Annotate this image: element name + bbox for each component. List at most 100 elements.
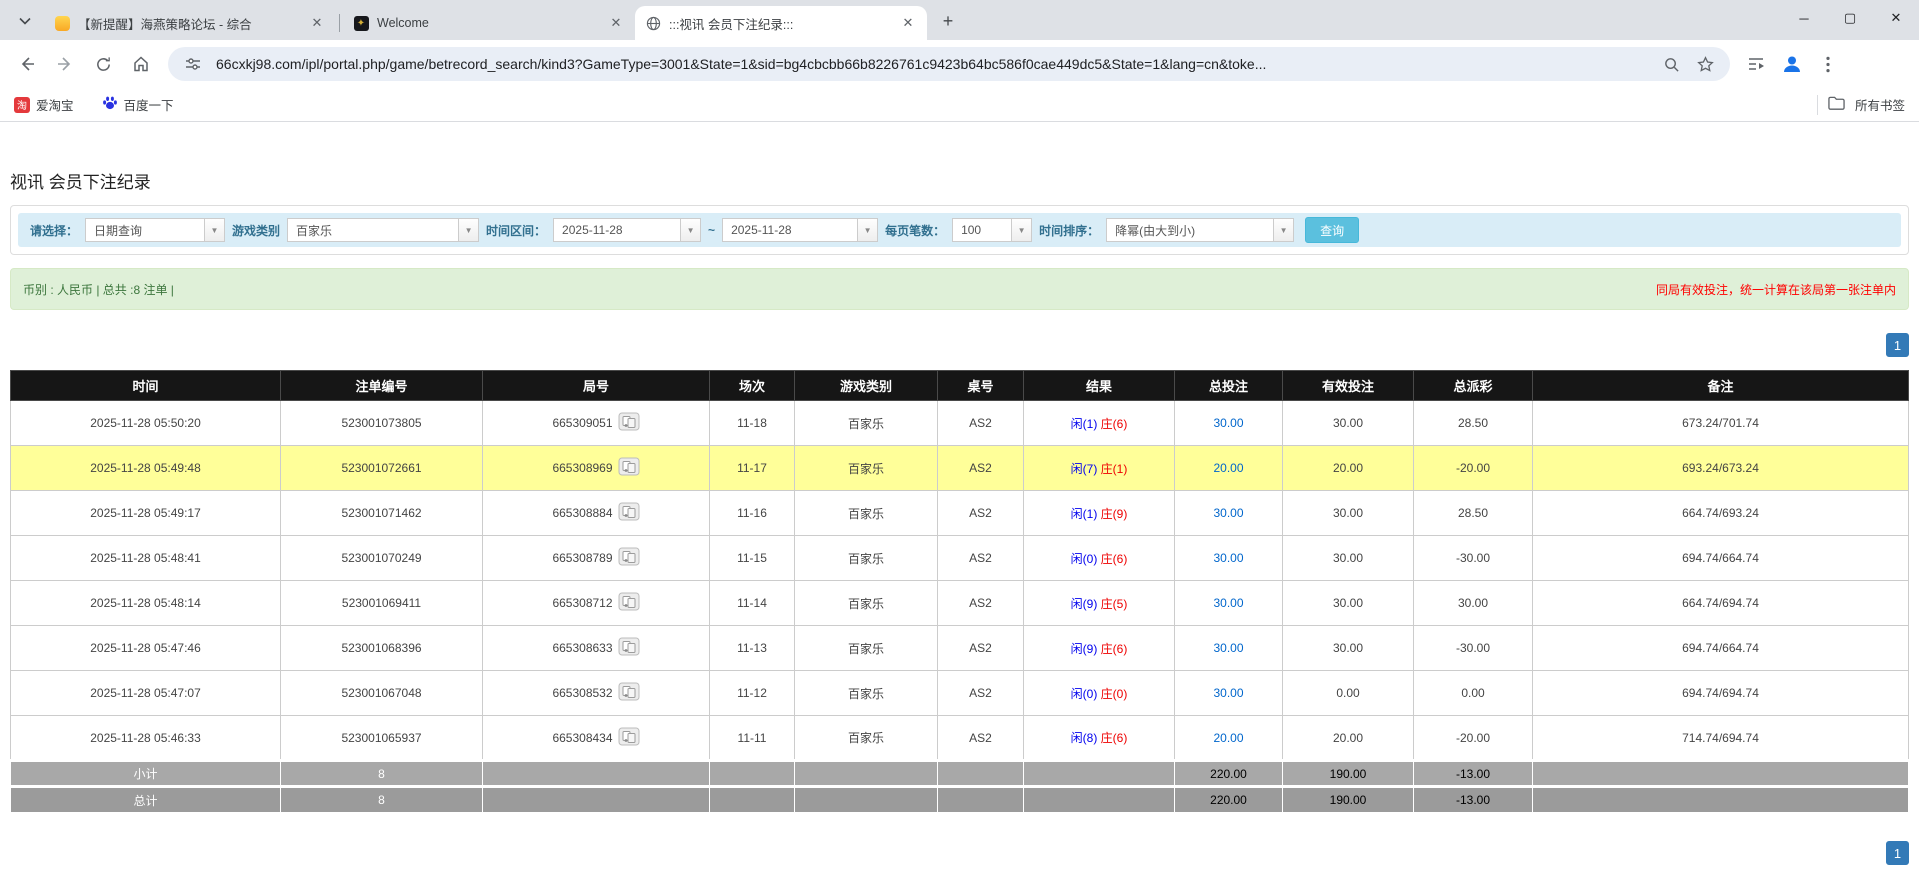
filter-panel: 请选择： 日期查询 ▼ 游戏类别 百家乐 ▼ 时间区间： 2025-11-28 ▼ ~… bbox=[10, 205, 1909, 255]
total-bet-link[interactable]: 20.00 bbox=[1213, 731, 1243, 745]
total-bet-link[interactable]: 30.00 bbox=[1213, 641, 1243, 655]
tab-close-icon[interactable]: ✕ bbox=[607, 14, 625, 32]
subtotal-row: 小计 8 220.00 190.00 -13.00 bbox=[10, 759, 1909, 787]
bet-records-table: 时间 注单编号 局号 场次 游戏类别 桌号 结果 总投注 有效投注 总派彩 备注 2025-11-2… bbox=[10, 370, 1909, 813]
media-controls-icon[interactable] bbox=[1740, 48, 1772, 80]
cell-sum-payout: -13.00 bbox=[1413, 785, 1533, 813]
cell-valid-bet: 30.00 bbox=[1282, 535, 1414, 581]
bookmark-taobao[interactable]: 淘 爱淘宝 bbox=[14, 95, 74, 114]
tab-bet-records-active[interactable]: :::视讯 会员下注纪录::: ✕ bbox=[635, 6, 927, 40]
window-maximize-button[interactable]: ▢ bbox=[1827, 0, 1873, 36]
bookmarks-bar: 淘 爱淘宝 百度一下 所有书签 bbox=[0, 88, 1919, 122]
cell-note: 694.74/664.74 bbox=[1532, 625, 1909, 671]
total-bet-link[interactable]: 30.00 bbox=[1213, 551, 1243, 565]
cell-sum-payout: -13.00 bbox=[1413, 759, 1533, 787]
all-bookmarks[interactable]: 所有书签 bbox=[1816, 94, 1905, 115]
cell-sum-total-bet: 220.00 bbox=[1174, 785, 1283, 813]
date-range-label: 时间区间： bbox=[486, 223, 547, 238]
forward-icon[interactable] bbox=[48, 47, 82, 81]
result-image-icon[interactable] bbox=[618, 457, 640, 479]
cell-round-id: 665308434 bbox=[482, 715, 710, 761]
site-info-icon[interactable] bbox=[180, 51, 206, 77]
cell-session: 11-16 bbox=[709, 490, 795, 536]
column-header: 总派彩 bbox=[1413, 370, 1533, 401]
cell-game-type: 百家乐 bbox=[794, 715, 938, 761]
zoom-magnifier-icon[interactable] bbox=[1658, 51, 1684, 77]
player-result: 闲(9) bbox=[1070, 641, 1098, 656]
banker-result: 庄(6) bbox=[1100, 731, 1128, 745]
cell-empty bbox=[794, 759, 938, 787]
cell-game-type: 百家乐 bbox=[794, 490, 938, 536]
cell-sum-label: 总计 bbox=[10, 785, 281, 813]
cell-payout: 0.00 bbox=[1413, 670, 1533, 716]
chevron-down-icon: ▼ bbox=[1011, 219, 1032, 241]
banker-result: 庄(9) bbox=[1100, 506, 1128, 521]
tab-welcome[interactable]: ✦ Welcome ✕ bbox=[343, 6, 635, 40]
cell-result: 闲(7) 庄(1) bbox=[1023, 445, 1175, 491]
total-bet-link[interactable]: 30.00 bbox=[1213, 686, 1243, 700]
home-icon[interactable] bbox=[124, 47, 158, 81]
total-bet-link[interactable]: 30.00 bbox=[1213, 416, 1243, 430]
back-icon[interactable] bbox=[10, 47, 44, 81]
time-sort-select[interactable]: 降幂(由大到小) ▼ bbox=[1106, 218, 1295, 242]
result-image-icon[interactable] bbox=[618, 637, 640, 659]
result-image-icon[interactable] bbox=[618, 502, 640, 524]
date-from-select[interactable]: 2025-11-28 ▼ bbox=[553, 218, 702, 242]
chevron-down-icon: ▼ bbox=[458, 219, 479, 241]
pagination-top: 1 bbox=[10, 333, 1909, 357]
table-row: 2025-11-28 05:49:48 523001072661 665308969… bbox=[10, 445, 1909, 491]
cell-round-id: 665309051 bbox=[482, 400, 710, 446]
player-result: 闲(9) bbox=[1070, 596, 1098, 611]
per-page-select[interactable]: 100 ▼ bbox=[952, 218, 1033, 242]
window-minimize-button[interactable]: ─ bbox=[1781, 0, 1827, 36]
date-to-select[interactable]: 2025-11-28 ▼ bbox=[722, 218, 879, 242]
total-bet-link[interactable]: 20.00 bbox=[1213, 461, 1243, 475]
page-number-button[interactable]: 1 bbox=[1886, 841, 1909, 865]
reload-icon[interactable] bbox=[86, 47, 120, 81]
page-number-button[interactable]: 1 bbox=[1886, 333, 1909, 357]
total-bet-link[interactable]: 30.00 bbox=[1213, 506, 1243, 520]
address-bar[interactable]: 66cxkj98.com/ipl/portal.php/game/betreco… bbox=[168, 47, 1730, 81]
cell-time: 2025-11-28 05:50:20 bbox=[10, 400, 281, 446]
result-image-icon[interactable] bbox=[618, 682, 640, 704]
profile-avatar[interactable] bbox=[1776, 48, 1808, 80]
search-button[interactable]: 查询 bbox=[1305, 217, 1360, 243]
url-text[interactable]: 66cxkj98.com/ipl/portal.php/game/betreco… bbox=[216, 56, 1650, 72]
bookmark-label: 百度一下 bbox=[123, 99, 174, 113]
cell-empty bbox=[709, 785, 795, 813]
total-bet-link[interactable]: 30.00 bbox=[1213, 596, 1243, 610]
query-type-select[interactable]: 日期查询 ▼ bbox=[85, 218, 226, 242]
cell-payout: -20.00 bbox=[1413, 715, 1533, 761]
new-tab-button[interactable]: + bbox=[935, 8, 961, 34]
window-close-button[interactable]: ✕ bbox=[1873, 0, 1919, 36]
cell-total-bet: 30.00 bbox=[1174, 670, 1283, 716]
table-row: 2025-11-28 05:46:33 523001065937 665308434… bbox=[10, 715, 1909, 761]
result-image-icon[interactable] bbox=[618, 727, 640, 749]
game-type-select[interactable]: 百家乐 ▼ bbox=[287, 218, 480, 242]
cell-result: 闲(0) 庄(0) bbox=[1023, 670, 1175, 716]
cell-time: 2025-11-28 05:49:48 bbox=[10, 445, 281, 491]
bet-table-header-row: 时间 注单编号 局号 场次 游戏类别 桌号 结果 总投注 有效投注 总派彩 备注 bbox=[10, 370, 1909, 401]
cell-note: 714.74/694.74 bbox=[1532, 715, 1909, 761]
result-image-icon[interactable] bbox=[618, 547, 640, 569]
player-result: 闲(8) bbox=[1070, 731, 1098, 745]
tab-close-icon[interactable]: ✕ bbox=[308, 14, 326, 32]
per-page-label: 每页笔数： bbox=[885, 223, 946, 238]
tab-close-icon[interactable]: ✕ bbox=[899, 14, 917, 32]
result-image-icon[interactable] bbox=[618, 412, 640, 434]
result-image-icon[interactable] bbox=[618, 592, 640, 614]
round-number: 665308532 bbox=[552, 686, 613, 700]
select-type-label: 请选择： bbox=[30, 223, 79, 238]
column-header: 场次 bbox=[709, 370, 795, 401]
cell-empty bbox=[1023, 759, 1175, 787]
tab-strip-chevron-down-icon[interactable] bbox=[12, 8, 38, 34]
bookmark-baidu[interactable]: 百度一下 bbox=[102, 95, 174, 114]
tab-title: 【新提醒】海燕策略论坛 - 综合 bbox=[78, 17, 252, 32]
cell-total-bet: 30.00 bbox=[1174, 535, 1283, 581]
cell-valid-bet: 0.00 bbox=[1282, 670, 1414, 716]
bookmark-star-icon[interactable] bbox=[1692, 51, 1718, 77]
table-row: 2025-11-28 05:47:07 523001067048 665308532… bbox=[10, 670, 1909, 716]
browser-menu-icon[interactable] bbox=[1812, 48, 1844, 80]
tab-forum[interactable]: 【新提醒】海燕策略论坛 - 综合 ✕ bbox=[44, 6, 336, 40]
page-content: 视讯 会员下注纪录 请选择： 日期查询 ▼ 游戏类别 百家乐 ▼ 时间区间： 202… bbox=[0, 168, 1919, 865]
